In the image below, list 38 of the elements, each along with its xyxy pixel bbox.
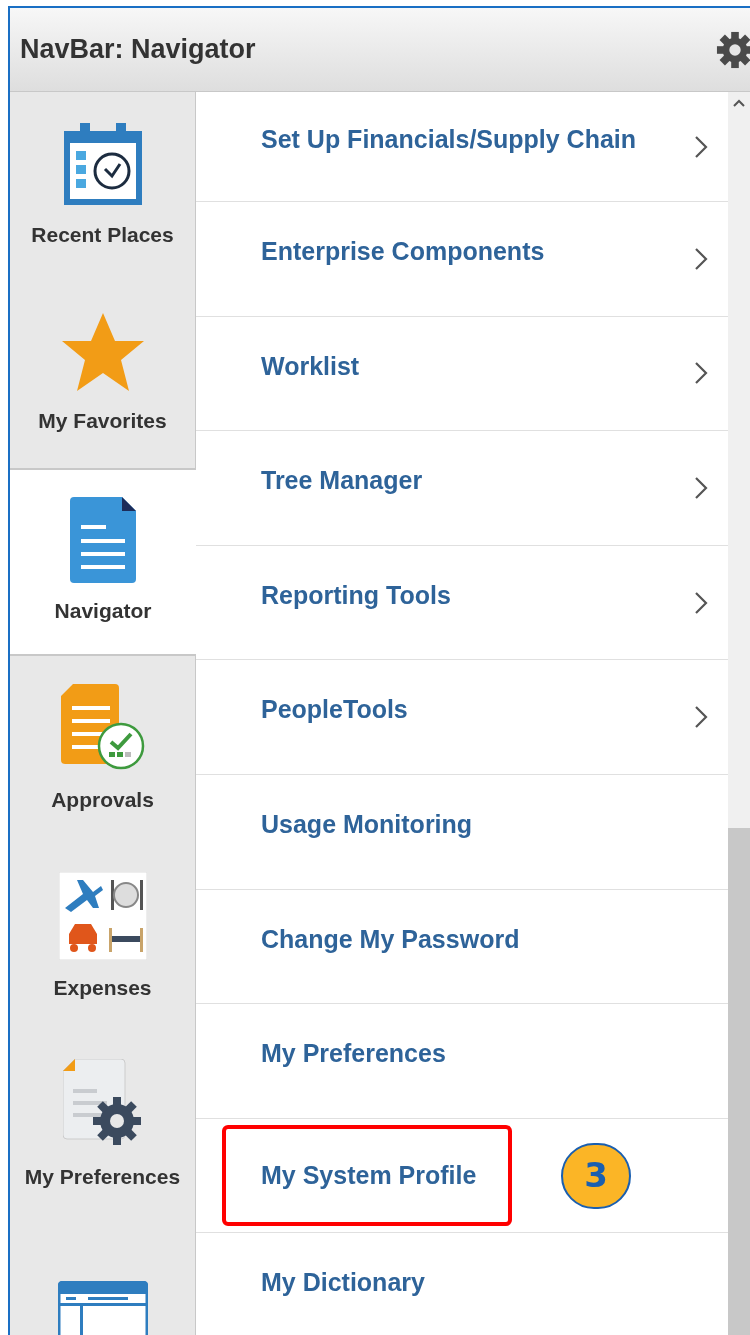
menu-item-label: PeopleTools (261, 694, 408, 726)
step-badge: 3 (561, 1142, 631, 1209)
sidebar-tile[interactable]: Approvals (10, 656, 195, 844)
scrollbar[interactable] (728, 92, 750, 1335)
menu-item-label: Enterprise Components (261, 236, 545, 268)
travel-expenses-icon (58, 872, 147, 961)
calendar-clock-icon (61, 121, 144, 208)
menu-item-label: My Dictionary (261, 1267, 425, 1299)
chevron-right-icon (694, 590, 708, 615)
menu-item-label: Reporting Tools (261, 579, 451, 611)
sidebar-tile[interactable]: Expenses (10, 844, 195, 1032)
document-icon (70, 497, 136, 584)
browser-window-icon (57, 1281, 148, 1335)
menu-item[interactable]: My System Profile 3 (196, 1118, 728, 1234)
sidebar-tile[interactable]: My Preferences (10, 1032, 195, 1220)
tile-label: My Favorites (38, 408, 167, 435)
sidebar-tile[interactable]: My Favorites (10, 280, 195, 468)
chevron-right-icon (694, 705, 708, 730)
sidebar-tile[interactable]: Navigator (10, 468, 196, 656)
tile-label: My Preferences (24, 1164, 181, 1191)
menu-item-label: Worklist (261, 350, 360, 382)
chevron-right-icon (694, 246, 708, 271)
menu-item-label: Change My Password (261, 923, 520, 955)
settings-icon[interactable] (716, 30, 750, 69)
chevron-right-icon (694, 361, 708, 386)
tile-label: Navigator (54, 598, 152, 625)
menu-item-label: Usage Monitoring (261, 809, 473, 840)
tile-label: Expenses (53, 975, 152, 1002)
scrollbar-thumb[interactable] (728, 828, 750, 1335)
menu-item-label: My Preferences (261, 1038, 446, 1070)
tile-label: Recent Places (31, 222, 174, 249)
menu-item-label: Tree Manager (261, 465, 423, 497)
sidebar-tile[interactable]: Recent Places (10, 92, 195, 280)
header-title: NavBar: Navigator (20, 33, 256, 67)
chevron-right-icon (694, 476, 708, 500)
chevron-right-icon (694, 134, 708, 159)
menu-item-label: Set Up Financials/Supply Chain (261, 123, 637, 155)
tile-label: Approvals (51, 787, 154, 814)
